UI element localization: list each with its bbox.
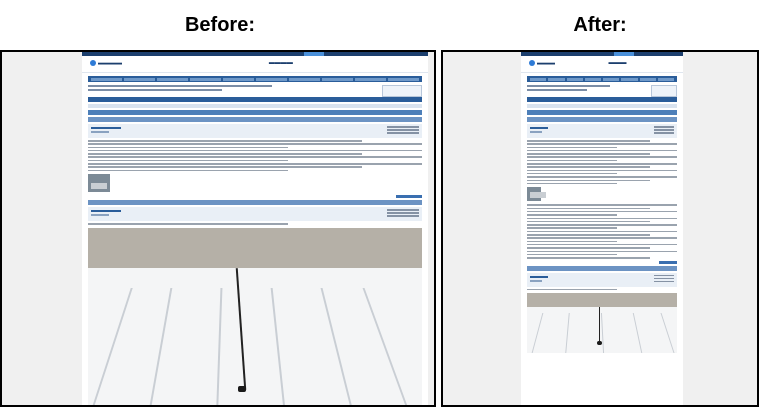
post-header	[527, 265, 677, 271]
thread-tools-bar	[527, 110, 677, 115]
post-user-info	[527, 272, 677, 287]
logo-row: ▬▬▬ ▬▬▬	[521, 56, 683, 73]
before-page-screenshot: ▬▬▬▬ ▬▬▬▬	[82, 52, 428, 405]
attachment-thumbnail	[527, 187, 546, 202]
post-user-info	[88, 124, 422, 138]
site-logo-icon: ▬▬▬	[608, 60, 627, 66]
post-text	[527, 288, 677, 291]
nav-bar	[88, 76, 422, 82]
thread-tools-bar	[88, 110, 422, 115]
nav-bar	[527, 76, 677, 82]
forum-bar	[527, 97, 677, 102]
site-logo-icon: ▬▬▬▬	[90, 60, 122, 67]
post-text	[527, 204, 677, 259]
notice-bar	[88, 104, 422, 108]
roof-antenna-photo	[88, 227, 422, 405]
forum-bar	[88, 97, 422, 102]
site-logo-icon: ▬▬▬▬	[268, 60, 293, 66]
roof-antenna-photo	[527, 293, 677, 354]
post-user-info	[527, 124, 677, 138]
breadcrumb	[88, 85, 422, 97]
after-panel: ▬▬▬ ▬▬▬	[441, 50, 759, 407]
post-header	[527, 117, 677, 122]
logo-row: ▬▬▬▬ ▬▬▬▬	[82, 56, 428, 73]
post-text	[88, 140, 422, 172]
breadcrumb	[527, 85, 677, 97]
post-header	[88, 117, 422, 122]
post-user-info	[88, 207, 422, 222]
after-heading: After:	[573, 14, 627, 36]
before-heading: Before:	[184, 14, 255, 36]
after-page-screenshot: ▬▬▬ ▬▬▬	[521, 52, 683, 405]
login-box	[382, 85, 422, 97]
post-text	[527, 140, 677, 185]
site-logo-icon: ▬▬▬	[529, 60, 555, 67]
attachment-thumbnail	[88, 174, 110, 193]
login-box	[651, 85, 677, 97]
post-text	[88, 223, 422, 225]
quote-button	[396, 195, 422, 199]
post-header	[88, 200, 422, 206]
before-panel: ▬▬▬▬ ▬▬▬▬	[0, 50, 436, 407]
quote-button	[659, 260, 677, 264]
notice-bar	[527, 104, 677, 108]
